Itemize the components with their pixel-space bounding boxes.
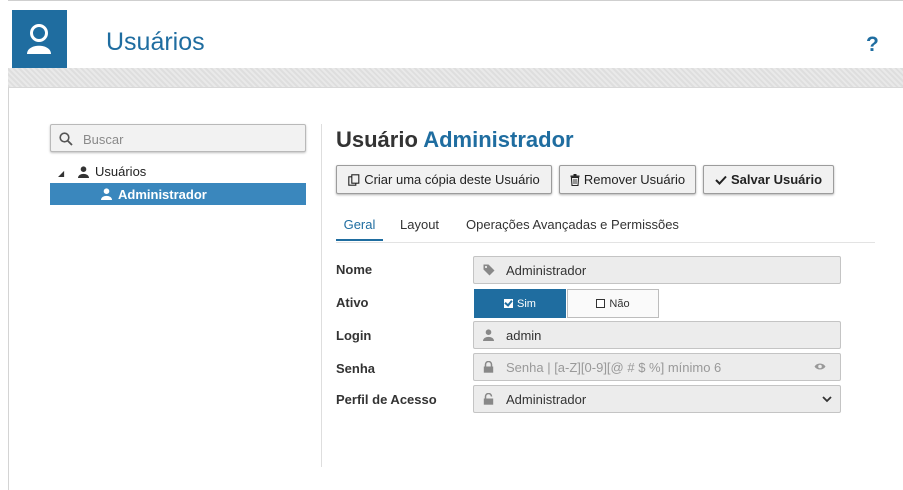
ativo-nao-toggle[interactable]: Não [567, 289, 659, 318]
ativo-sim-toggle[interactable]: Sim [474, 289, 566, 318]
login-value: admin [506, 327, 542, 343]
heading-prefix: Usuário [336, 127, 418, 152]
user-heading: Usuário Administrador [336, 127, 574, 153]
tab-bar: Geral Layout Operações Avançadas e Permi… [336, 214, 875, 243]
checkbox-checked-icon [504, 299, 514, 308]
tree-item-label: Administrador [118, 186, 207, 202]
login-label: Login [336, 328, 372, 343]
perfil-select[interactable]: Administrador [473, 385, 841, 413]
check-icon [715, 175, 727, 185]
tree-item-usuarios[interactable]: Usuários [78, 164, 146, 179]
nome-value: Administrador [506, 262, 587, 278]
ativo-label: Ativo [336, 295, 369, 310]
nome-field[interactable]: Administrador [473, 256, 841, 284]
user-icon [78, 165, 89, 178]
copy-icon [348, 173, 360, 186]
header-separator [8, 68, 903, 88]
search-input[interactable] [81, 128, 300, 150]
tag-icon [483, 264, 495, 276]
checkbox-empty-icon [596, 299, 606, 308]
user-icon [27, 24, 51, 54]
senha-label: Senha [336, 361, 376, 376]
tree-collapse-icon[interactable]: ◢ [58, 169, 64, 178]
chevron-down-icon [822, 396, 832, 403]
remove-user-label: Remover Usuário [583, 172, 686, 187]
remove-user-button[interactable]: Remover Usuário [559, 165, 696, 194]
ativo-nao-label: Não [609, 297, 630, 310]
app-icon-tile [12, 10, 67, 69]
help-button[interactable]: ? [866, 33, 879, 57]
user-icon [101, 188, 112, 200]
tree-item-label: Usuários [95, 164, 147, 179]
page-title: Usuários [106, 28, 205, 56]
copy-user-label: Criar uma cópia deste Usuário [364, 172, 540, 187]
app-header: Usuários ? [8, 0, 903, 70]
tab-layout[interactable]: Layout [400, 214, 439, 244]
search-box[interactable] [50, 124, 306, 152]
eye-icon[interactable] [814, 362, 826, 371]
heading-user-name: Administrador [423, 127, 574, 152]
login-field[interactable]: admin [473, 321, 841, 349]
perfil-value: Administrador [506, 391, 587, 407]
unlock-icon [483, 393, 494, 405]
trash-icon [570, 173, 580, 186]
save-user-button[interactable]: Salvar Usuário [703, 165, 834, 194]
perfil-label: Perfil de Acesso [336, 392, 437, 407]
save-user-label: Salvar Usuário [730, 172, 823, 187]
tab-geral[interactable]: Geral [336, 214, 383, 241]
senha-field[interactable]: Senha | [a-Z][0-9][@ # $ %] mínimo 6 [473, 353, 841, 381]
search-icon [59, 132, 73, 146]
senha-placeholder: Senha | [a-Z][0-9][@ # $ %] mínimo 6 [506, 359, 722, 375]
tree-item-administrador[interactable]: Administrador [50, 183, 306, 205]
lock-icon [483, 361, 494, 373]
copy-user-button[interactable]: Criar uma cópia deste Usuário [336, 165, 552, 194]
user-icon [483, 329, 494, 341]
panel-divider [321, 124, 322, 467]
nome-label: Nome [336, 262, 373, 277]
ativo-sim-label: Sim [517, 297, 536, 310]
tab-operacoes-avancadas[interactable]: Operações Avançadas e Permissões [466, 214, 679, 244]
